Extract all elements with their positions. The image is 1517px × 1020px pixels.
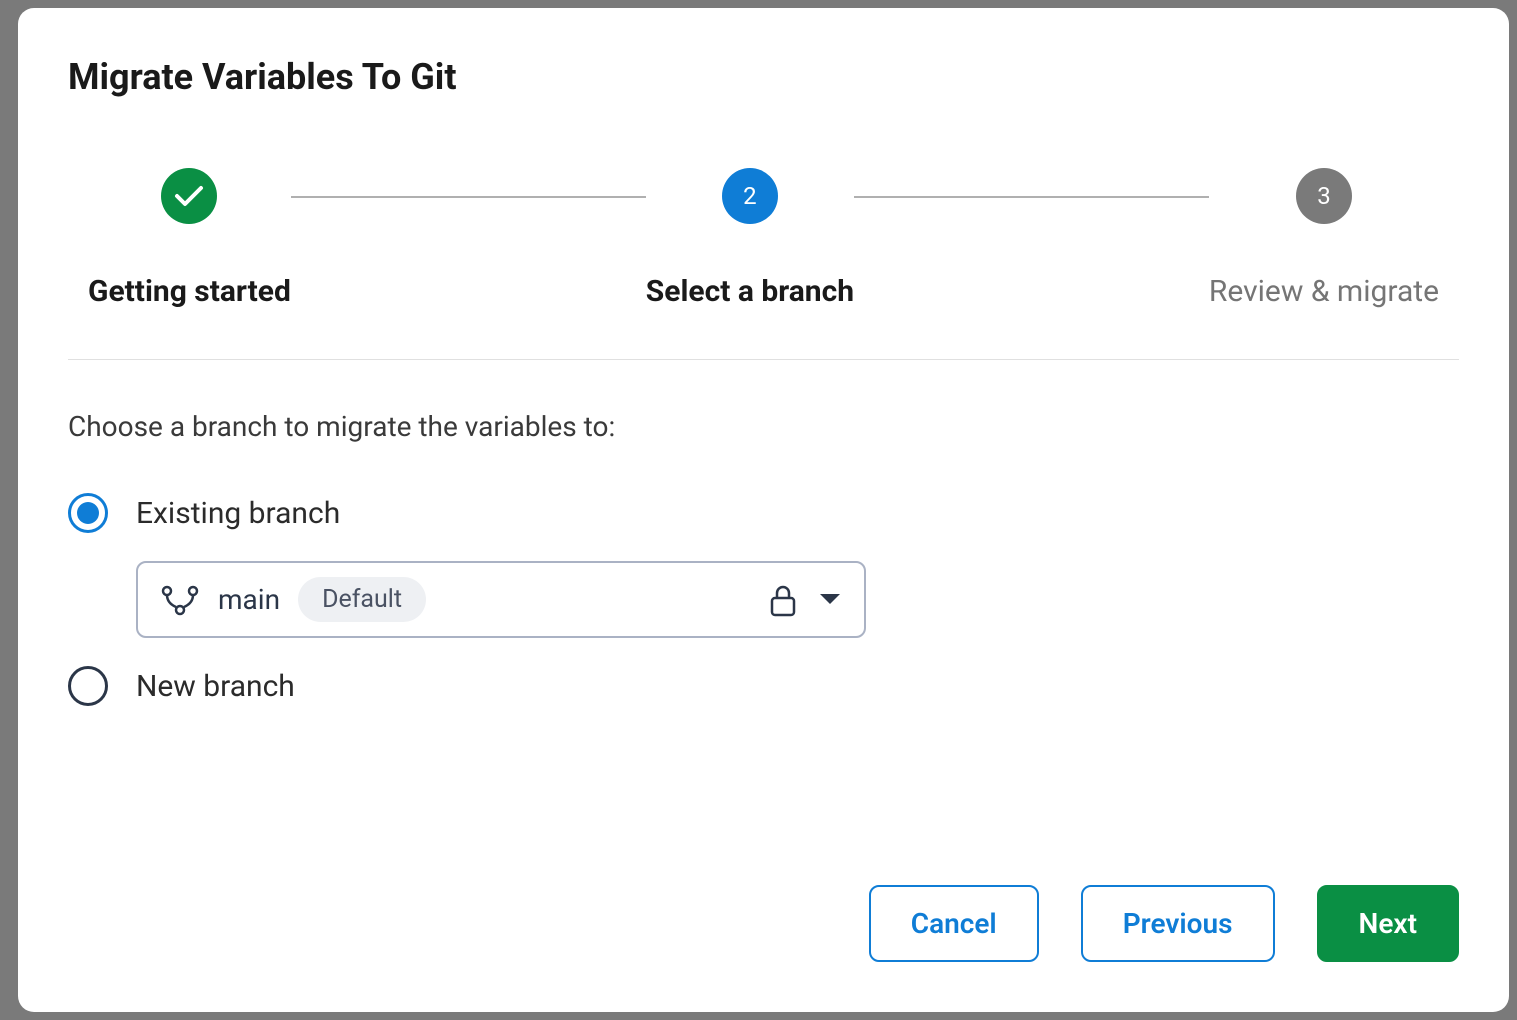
divider bbox=[68, 359, 1459, 360]
default-badge: Default bbox=[298, 577, 426, 622]
branch-radio-group: Existing branch main Default bbox=[68, 493, 1459, 706]
radio-new-circle bbox=[68, 666, 108, 706]
radio-existing-inner bbox=[77, 502, 99, 524]
stepper: Getting started 2 Select a branch 3 Revi… bbox=[68, 168, 1459, 309]
radio-new-branch[interactable]: New branch bbox=[68, 666, 1459, 706]
check-icon bbox=[174, 184, 204, 208]
footer-buttons: Cancel Previous Next bbox=[68, 885, 1459, 962]
step-2: 2 Select a branch bbox=[646, 168, 854, 309]
modal-title: Migrate Variables To Git bbox=[68, 56, 1459, 98]
next-button[interactable]: Next bbox=[1317, 885, 1459, 962]
step-3: 3 Review & migrate bbox=[1209, 168, 1439, 309]
radio-existing-circle bbox=[68, 493, 108, 533]
migrate-variables-modal: Migrate Variables To Git Getting started… bbox=[18, 8, 1509, 1012]
previous-button[interactable]: Previous bbox=[1081, 885, 1275, 962]
lock-icon bbox=[768, 583, 798, 617]
step-3-circle: 3 bbox=[1296, 168, 1352, 224]
cancel-button[interactable]: Cancel bbox=[869, 885, 1039, 962]
radio-existing-branch[interactable]: Existing branch bbox=[68, 493, 1459, 533]
radio-new-label: New branch bbox=[136, 669, 295, 704]
step-3-label: Review & migrate bbox=[1209, 274, 1439, 309]
branch-icon bbox=[160, 583, 200, 617]
step-connector-2 bbox=[854, 196, 1209, 198]
branch-name: main bbox=[218, 583, 280, 616]
branch-select-container: main Default bbox=[136, 561, 1459, 638]
step-2-circle: 2 bbox=[722, 168, 778, 224]
branch-select-right bbox=[768, 583, 842, 617]
prompt-text: Choose a branch to migrate the variables… bbox=[68, 410, 1459, 443]
radio-existing-label: Existing branch bbox=[136, 496, 340, 531]
step-1-circle bbox=[161, 168, 217, 224]
branch-select[interactable]: main Default bbox=[136, 561, 866, 638]
step-1: Getting started bbox=[88, 168, 291, 309]
step-connector-1 bbox=[291, 196, 646, 198]
step-1-label: Getting started bbox=[88, 274, 291, 309]
caret-down-icon bbox=[818, 592, 842, 608]
step-2-label: Select a branch bbox=[646, 274, 854, 309]
